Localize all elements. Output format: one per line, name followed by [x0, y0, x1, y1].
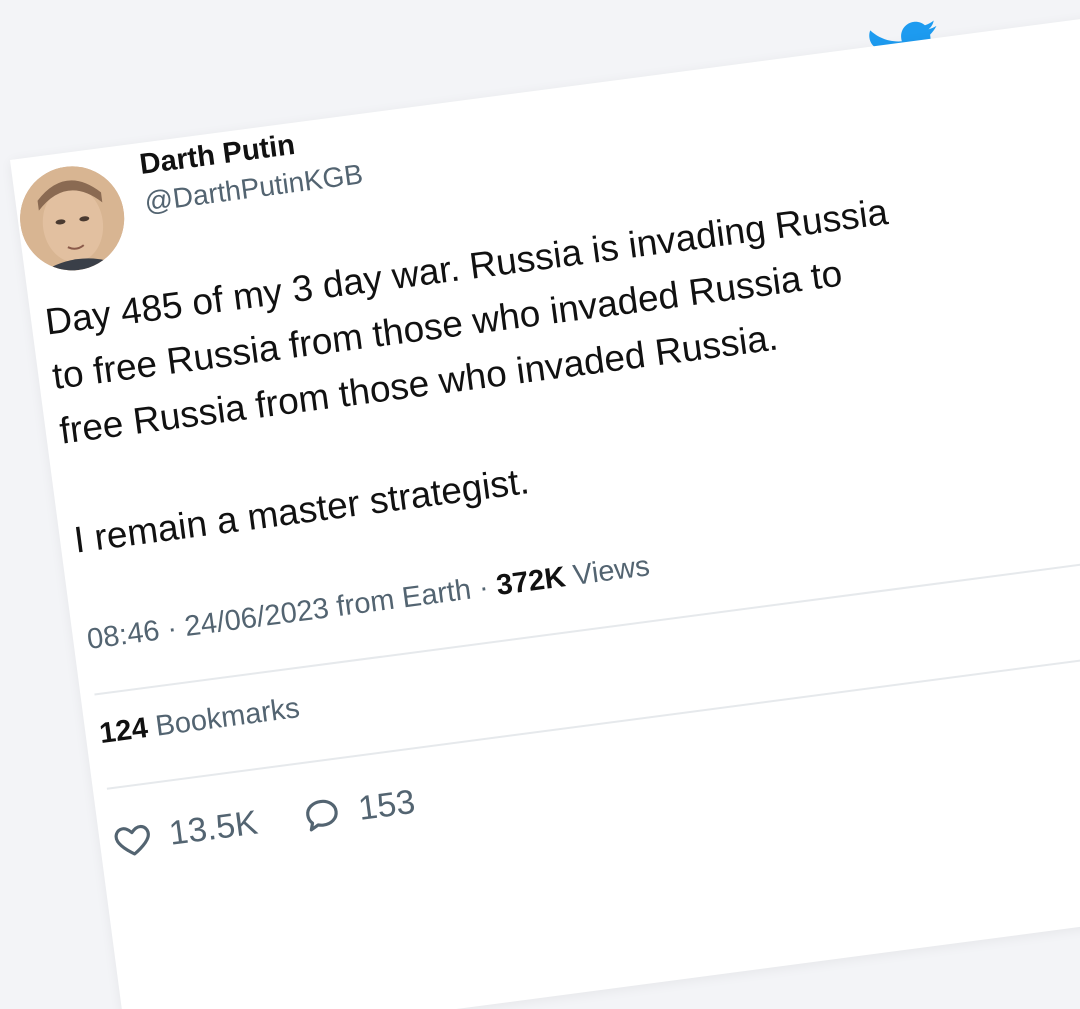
views-count: 372K — [494, 561, 568, 603]
heart-icon — [114, 824, 150, 856]
bookmarks-count: 124 — [97, 712, 150, 751]
reply-button[interactable]: 153 — [301, 783, 418, 836]
reply-count: 153 — [356, 782, 418, 828]
like-count: 13.5K — [166, 803, 260, 853]
tweet-metadata: 08:46 · 24/06/2023 from Earth · 372K Vie… — [85, 550, 651, 657]
views-label: Views — [571, 550, 652, 592]
tweet-source: from Earth — [334, 573, 474, 624]
avatar[interactable] — [13, 160, 131, 277]
screenshot-stage: Darth Putin @DarthPutinKGB Day 485 of my… — [0, 0, 1080, 1009]
like-button[interactable]: 13.5K — [111, 804, 260, 862]
tweet-text: Day 485 of my 3 day war. Russia is invad… — [42, 164, 1069, 567]
separator-dot: · — [476, 571, 491, 605]
tweet-time[interactable]: 08:46 — [85, 615, 161, 656]
tweet-actions: 13.5K 153 — [111, 777, 463, 861]
bookmarks-label: Bookmarks — [153, 692, 302, 743]
tweet-date[interactable]: 24/06/2023 — [183, 592, 331, 643]
speech-bubble-icon — [305, 799, 338, 831]
separator-dot: · — [165, 612, 179, 646]
tweet-card[interactable]: Darth Putin @DarthPutinKGB Day 485 of my… — [10, 9, 1080, 1009]
bookmarks-stat[interactable]: 124 Bookmarks — [98, 692, 302, 751]
avatar-image — [13, 160, 131, 277]
